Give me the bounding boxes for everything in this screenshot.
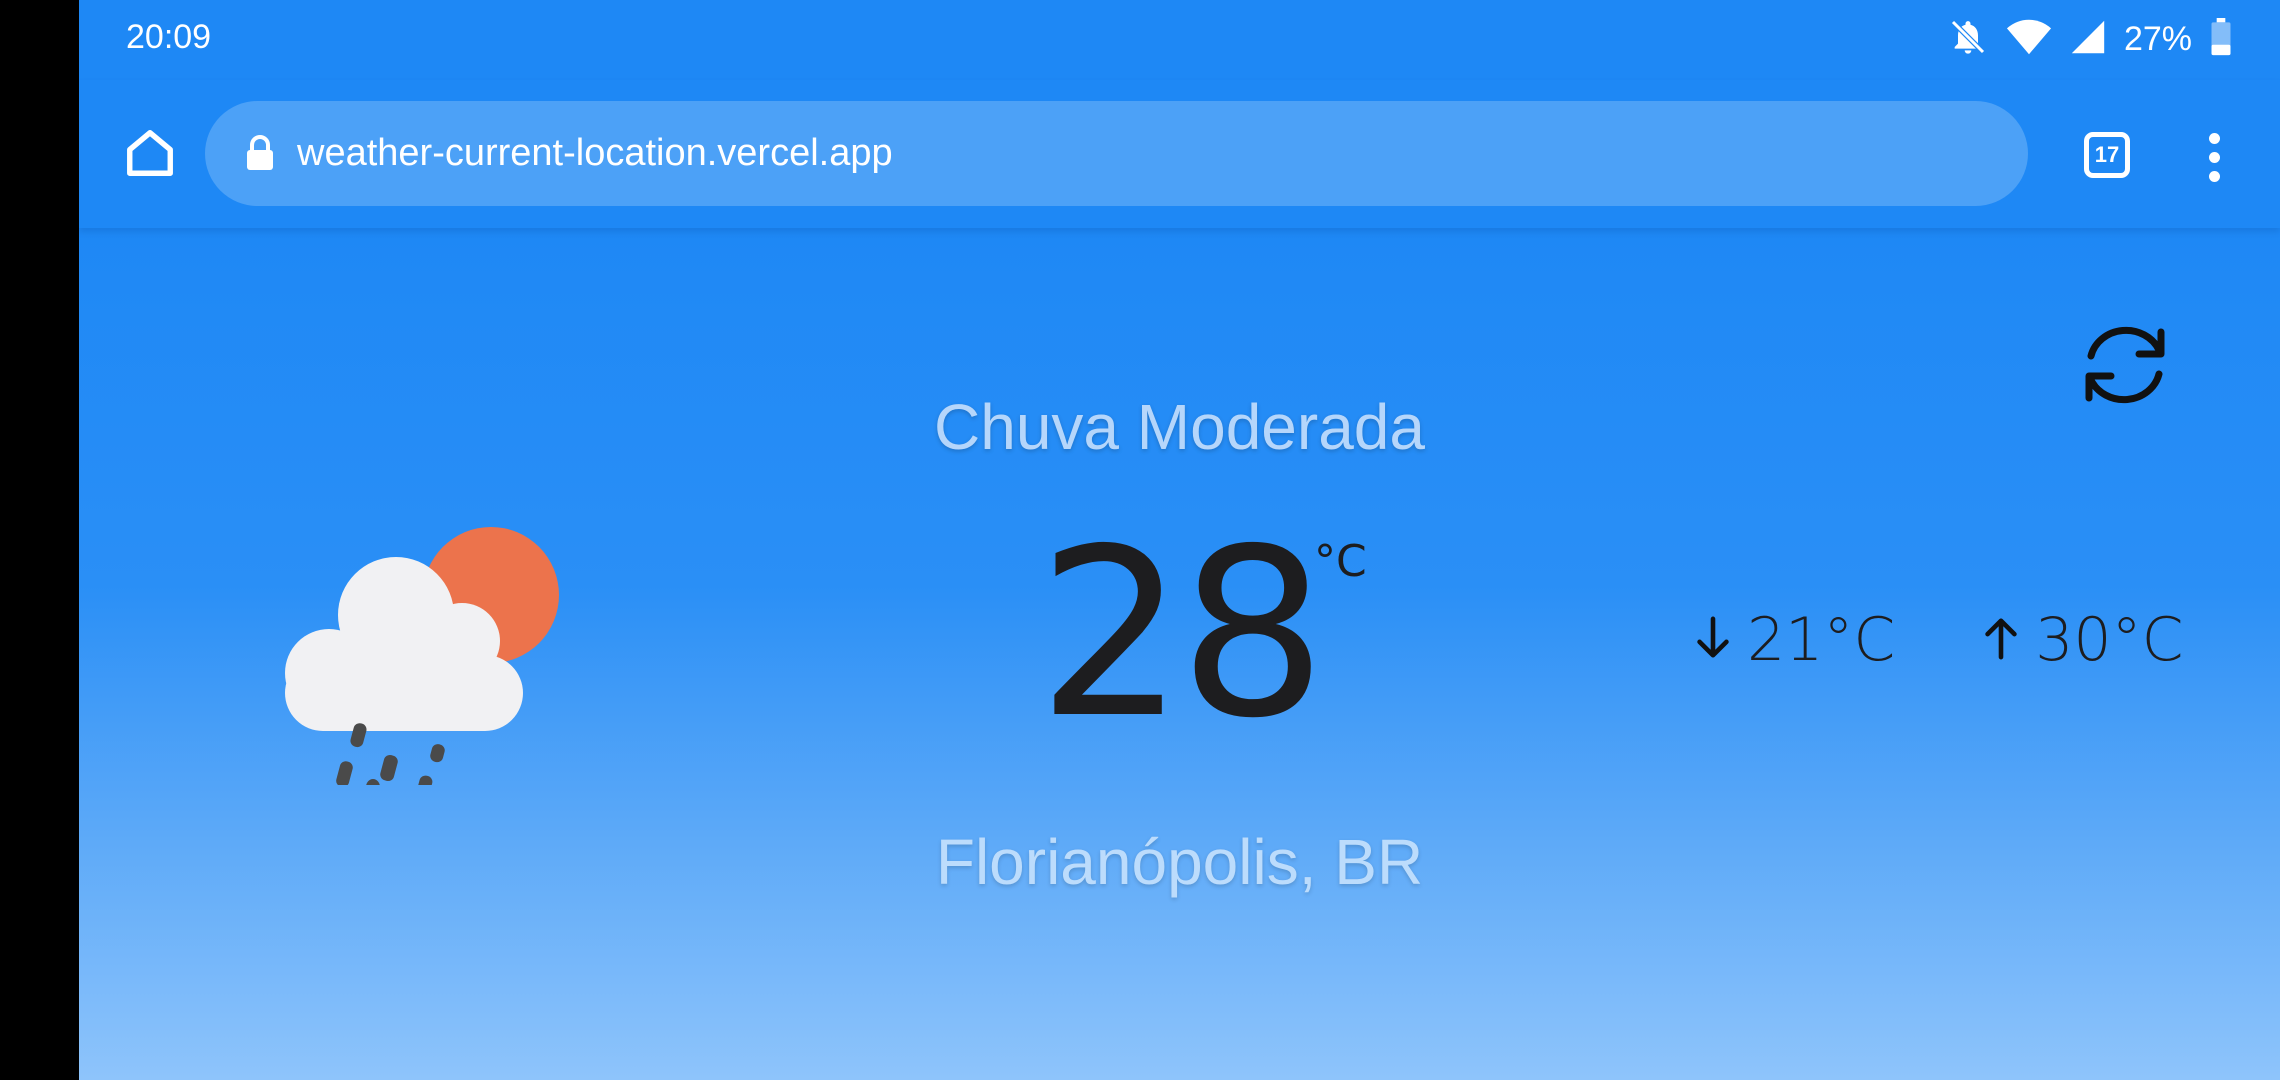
tab-count: 17 xyxy=(2084,132,2130,178)
temperature-value: 28 xyxy=(1037,499,1326,769)
min-temperature: 21°C xyxy=(1693,605,1895,675)
wifi-icon xyxy=(2006,17,2052,61)
status-time: 20:09 xyxy=(126,18,212,56)
max-temperature-value: 30°C xyxy=(2035,605,2184,675)
more-vert-icon[interactable] xyxy=(2189,124,2239,190)
temperature-unit: °C xyxy=(1314,536,1367,587)
home-icon xyxy=(123,126,177,184)
current-temperature: 28 °C xyxy=(1029,518,1449,758)
min-temperature-value: 21°C xyxy=(1747,605,1896,675)
battery-percent: 27% xyxy=(2123,19,2192,58)
weather-condition: Chuva Moderada xyxy=(934,391,1425,463)
browser-toolbar: weather-current-location.vercel.app 17 xyxy=(79,80,2280,228)
tabs-button[interactable]: 17 xyxy=(2079,127,2137,185)
status-bar: 20:09 27% xyxy=(79,0,2280,80)
arrow-down-icon xyxy=(1693,615,1733,665)
location-name: Florianópolis, BR xyxy=(935,826,1424,898)
url-bar[interactable]: weather-current-location.vercel.app xyxy=(205,101,2028,206)
notifications-off-icon xyxy=(1948,17,1988,61)
rain-cloud-sun-icon xyxy=(269,515,559,798)
arrow-up-icon xyxy=(1981,615,2021,665)
phone-screen: 20:09 27% weather-current-location.verce… xyxy=(79,0,2280,1080)
home-button[interactable] xyxy=(117,122,183,188)
lock-icon xyxy=(243,135,277,175)
min-max-temperatures: 21°C 30°C xyxy=(1693,600,2184,680)
battery-icon xyxy=(2210,18,2232,60)
max-temperature: 30°C xyxy=(1981,605,2184,675)
status-icons: 27% xyxy=(1948,16,2232,62)
weather-page: Chuva Moderada 28 °C 21°C 30°C Florianóp… xyxy=(79,228,2280,1080)
cell-signal-icon xyxy=(2070,19,2106,59)
url-text: weather-current-location.vercel.app xyxy=(297,132,893,174)
